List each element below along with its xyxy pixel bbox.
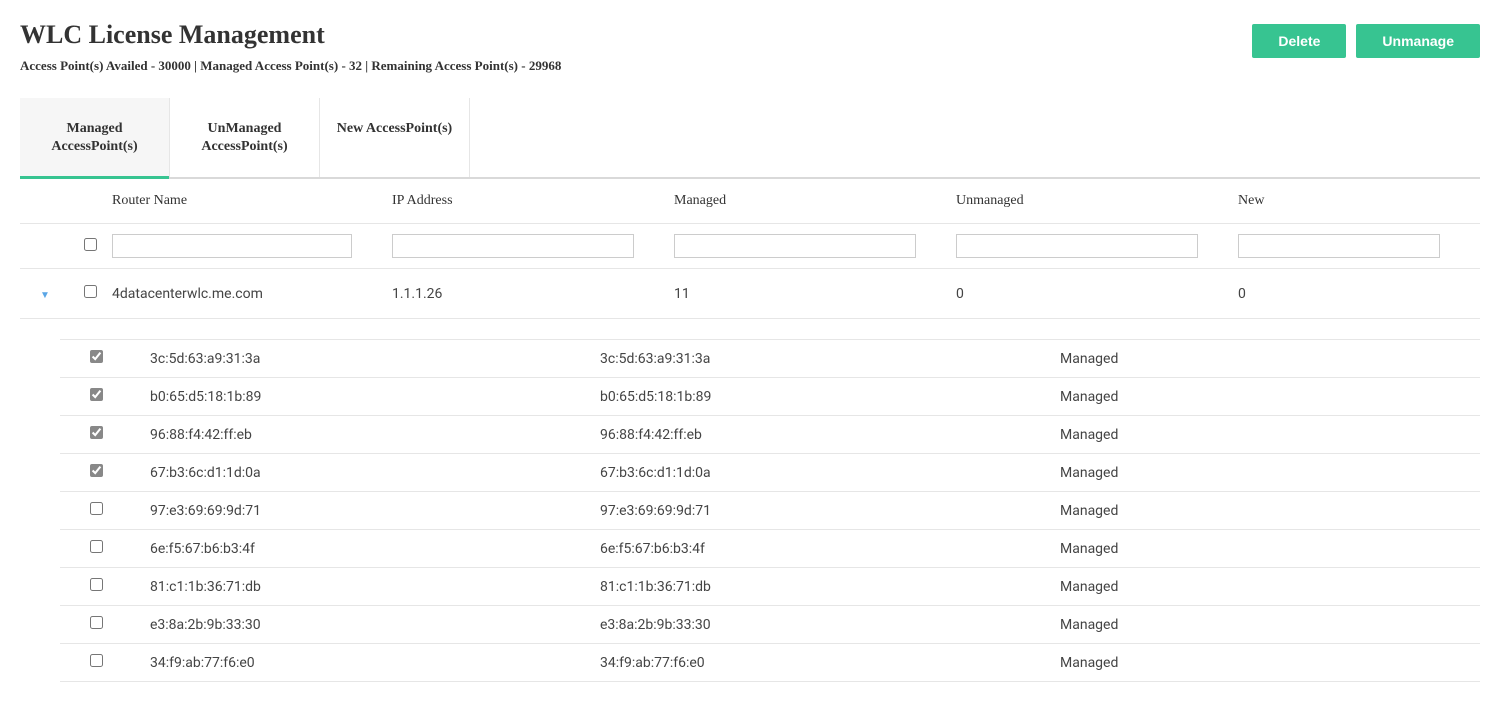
ap-row: 97:e3:69:69:9d:7197:e3:69:69:9d:71Manage… — [60, 492, 1480, 530]
delete-button[interactable]: Delete — [1252, 24, 1346, 58]
ap-mac1: 96:88:f4:42:ff:eb — [150, 427, 600, 443]
ap-checkbox[interactable] — [90, 388, 103, 401]
ap-row: e3:8a:2b:9b:33:30e3:8a:2b:9b:33:30Manage… — [60, 606, 1480, 644]
ap-mac2: 96:88:f4:42:ff:eb — [600, 427, 1060, 443]
ap-status: Managed — [1060, 351, 1480, 367]
ap-status: Managed — [1060, 541, 1480, 557]
ap-status: Managed — [1060, 579, 1480, 595]
license-summary: Access Point(s) Availed - 30000 | Manage… — [20, 58, 561, 74]
ap-mac2: 6e:f5:67:b6:b3:4f — [600, 541, 1060, 557]
ap-sub-table: 3c:5d:63:a9:31:3a3c:5d:63:a9:31:3aManage… — [60, 339, 1480, 682]
ap-mac2: 97:e3:69:69:9d:71 — [600, 503, 1060, 519]
ap-row: 3c:5d:63:a9:31:3a3c:5d:63:a9:31:3aManage… — [60, 339, 1480, 378]
ap-mac1: 3c:5d:63:a9:31:3a — [150, 351, 600, 367]
ap-mac1: 97:e3:69:69:9d:71 — [150, 503, 600, 519]
tab-new[interactable]: New AccessPoint(s) — [320, 98, 470, 177]
router-name: 4datacenterwlc.me.com — [110, 286, 392, 302]
unmanage-button[interactable]: Unmanage — [1356, 24, 1480, 58]
ap-checkbox[interactable] — [90, 540, 103, 553]
select-all-checkbox[interactable] — [84, 238, 97, 251]
ap-mac1: 6e:f5:67:b6:b3:4f — [150, 541, 600, 557]
ap-mac2: 67:b3:6c:d1:1d:0a — [600, 465, 1060, 481]
filter-new-input[interactable] — [1238, 234, 1440, 258]
ap-status: Managed — [1060, 655, 1480, 671]
ap-mac1: e3:8a:2b:9b:33:30 — [150, 617, 600, 633]
table-header: Router Name IP Address Managed Unmanaged… — [20, 179, 1480, 224]
ap-checkbox[interactable] — [90, 578, 103, 591]
router-ip: 1.1.1.26 — [392, 286, 674, 302]
ap-row: 81:c1:1b:36:71:db81:c1:1b:36:71:dbManage… — [60, 568, 1480, 606]
router-managed-count: 11 — [674, 286, 956, 302]
ap-checkbox[interactable] — [90, 426, 103, 439]
filter-managed-input[interactable] — [674, 234, 916, 258]
ap-status: Managed — [1060, 503, 1480, 519]
ap-mac2: 81:c1:1b:36:71:db — [600, 579, 1060, 595]
tab-managed[interactable]: Managed AccessPoint(s) — [20, 98, 170, 177]
router-checkbox[interactable] — [84, 285, 97, 298]
ap-checkbox[interactable] — [90, 654, 103, 667]
router-row: ▼ 4datacenterwlc.me.com 1.1.1.26 11 0 0 — [20, 269, 1480, 319]
ap-row: 6e:f5:67:b6:b3:4f6e:f5:67:b6:b3:4fManage… — [60, 530, 1480, 568]
filter-ip-input[interactable] — [392, 234, 634, 258]
router-new-count: 0 — [1238, 286, 1480, 302]
col-header-managed[interactable]: Managed — [674, 193, 956, 209]
ap-mac1: 34:f9:ab:77:f6:e0 — [150, 655, 600, 671]
ap-mac1: 67:b3:6c:d1:1d:0a — [150, 465, 600, 481]
ap-mac1: b0:65:d5:18:1b:89 — [150, 389, 600, 405]
ap-mac2: 3c:5d:63:a9:31:3a — [600, 351, 1060, 367]
ap-checkbox[interactable] — [90, 616, 103, 629]
ap-status: Managed — [1060, 389, 1480, 405]
filter-unmanaged-input[interactable] — [956, 234, 1198, 258]
filter-router-input[interactable] — [112, 234, 352, 258]
page-title: WLC License Management — [20, 20, 561, 50]
ap-row: 67:b3:6c:d1:1d:0a67:b3:6c:d1:1d:0aManage… — [60, 454, 1480, 492]
col-header-ip[interactable]: IP Address — [392, 193, 674, 209]
col-header-router[interactable]: Router Name — [110, 193, 392, 209]
ap-mac2: e3:8a:2b:9b:33:30 — [600, 617, 1060, 633]
expand-icon[interactable]: ▼ — [40, 290, 50, 301]
ap-checkbox[interactable] — [90, 350, 103, 363]
ap-mac2: 34:f9:ab:77:f6:e0 — [600, 655, 1060, 671]
ap-mac2: b0:65:d5:18:1b:89 — [600, 389, 1060, 405]
ap-status: Managed — [1060, 427, 1480, 443]
ap-row: 96:88:f4:42:ff:eb96:88:f4:42:ff:ebManage… — [60, 416, 1480, 454]
ap-checkbox[interactable] — [90, 464, 103, 477]
action-buttons: Delete Unmanage — [1252, 24, 1480, 58]
ap-row: 34:f9:ab:77:f6:e034:f9:ab:77:f6:e0Manage… — [60, 644, 1480, 682]
filter-row — [20, 224, 1480, 269]
col-header-unmanaged[interactable]: Unmanaged — [956, 193, 1238, 209]
ap-mac1: 81:c1:1b:36:71:db — [150, 579, 600, 595]
col-header-new[interactable]: New — [1238, 193, 1480, 209]
ap-status: Managed — [1060, 465, 1480, 481]
ap-row: b0:65:d5:18:1b:89b0:65:d5:18:1b:89Manage… — [60, 378, 1480, 416]
tab-unmanaged[interactable]: UnManaged AccessPoint(s) — [170, 98, 320, 177]
ap-checkbox[interactable] — [90, 502, 103, 515]
tabs: Managed AccessPoint(s) UnManaged AccessP… — [20, 98, 1480, 179]
router-unmanaged-count: 0 — [956, 286, 1238, 302]
ap-status: Managed — [1060, 617, 1480, 633]
